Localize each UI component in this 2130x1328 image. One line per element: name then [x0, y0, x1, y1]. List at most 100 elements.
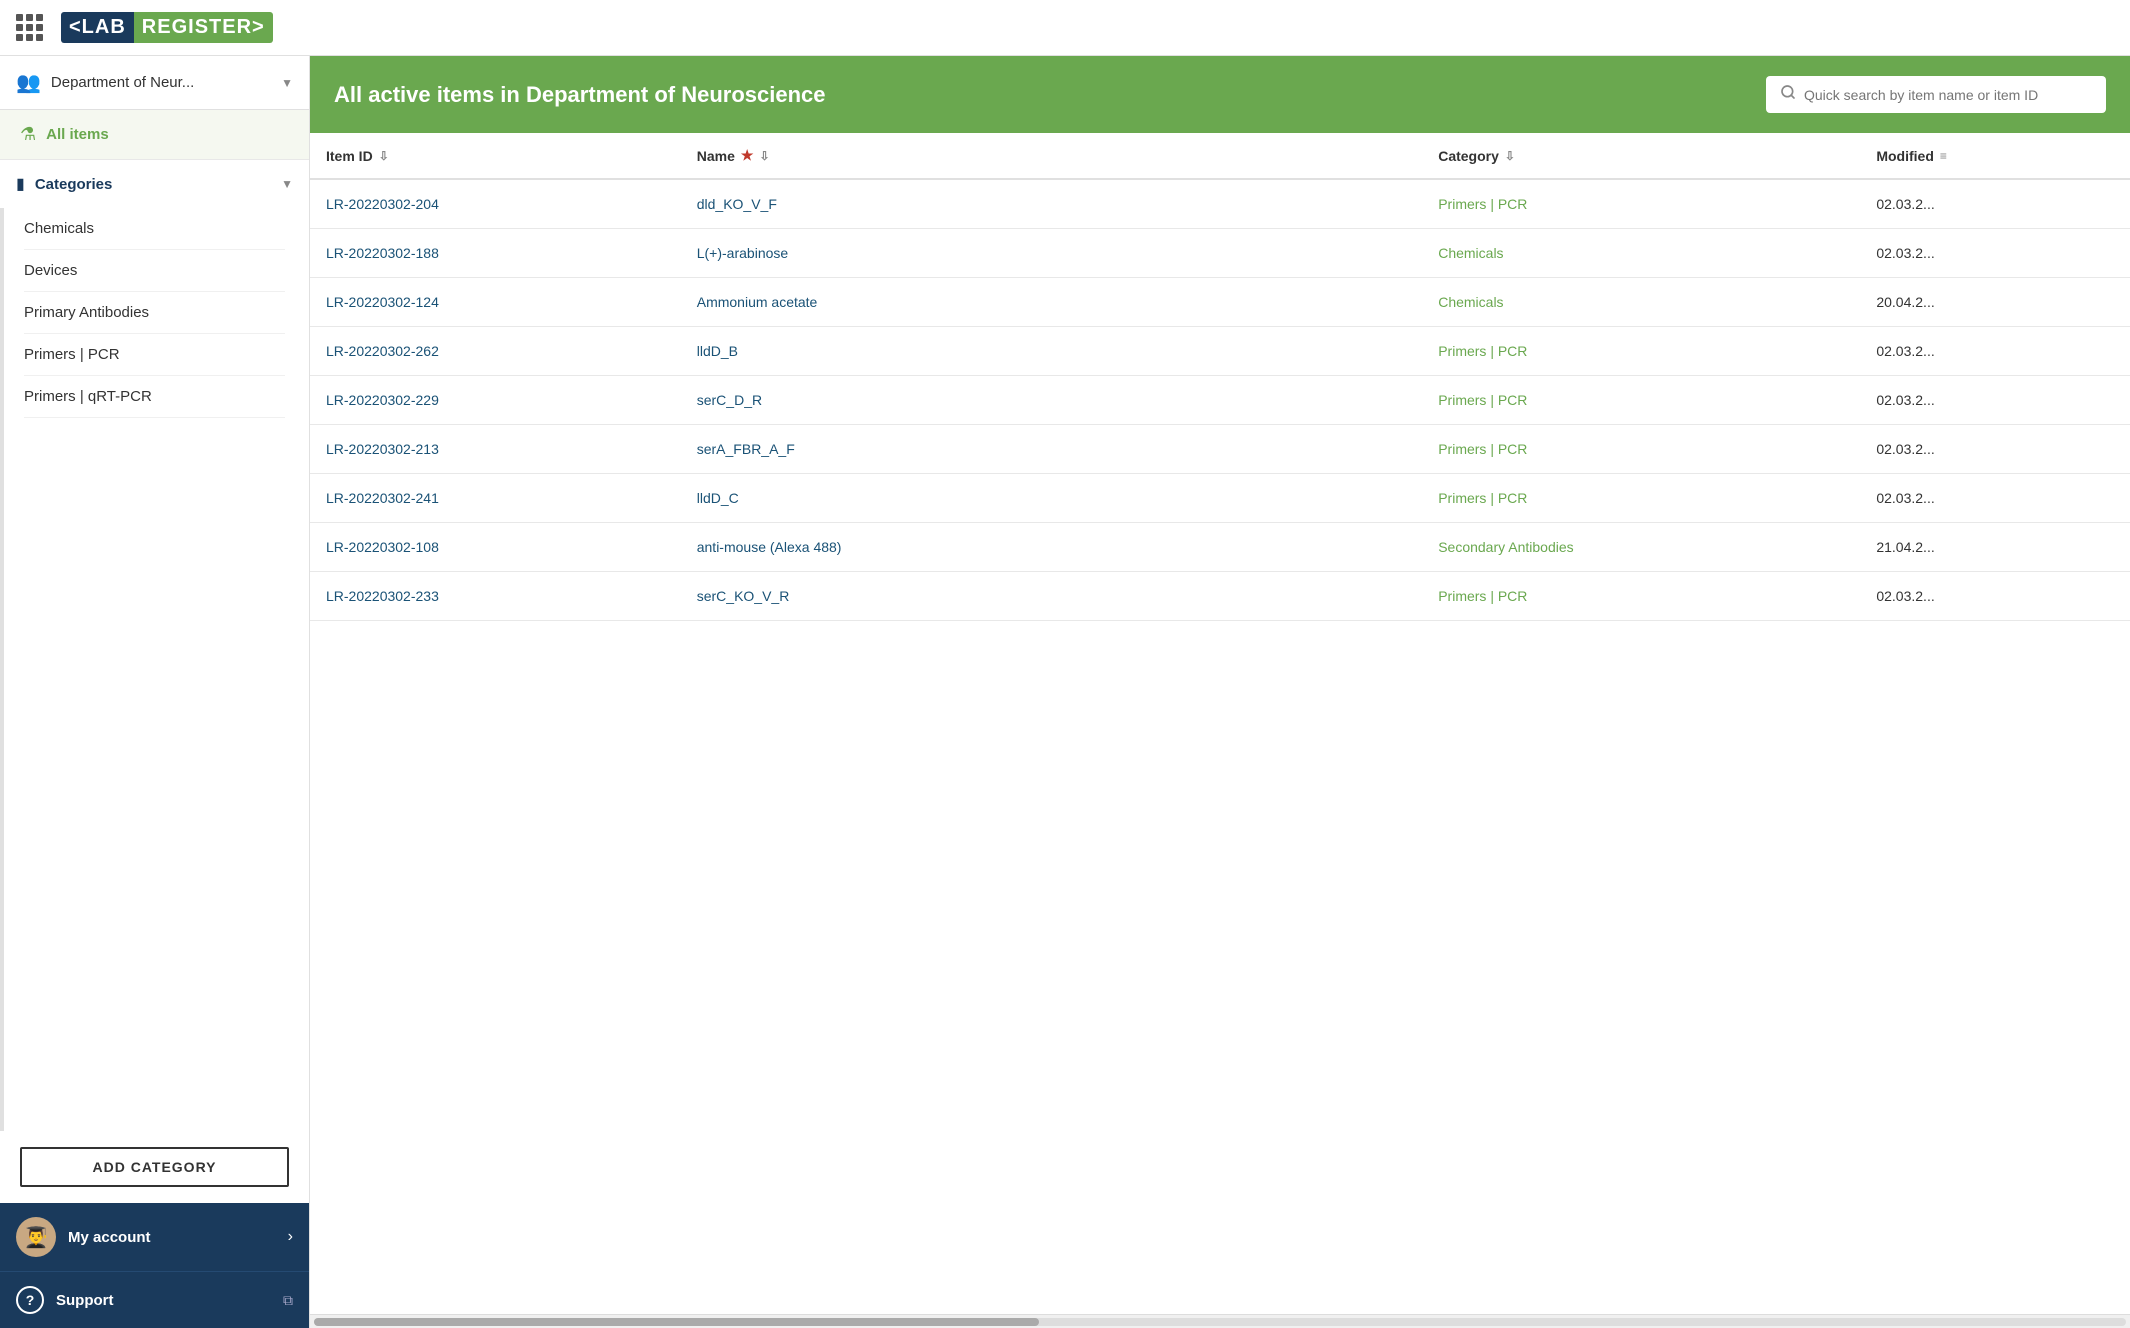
cell-category: Primers | PCR	[1422, 327, 1860, 376]
cell-name: anti-mouse (Alexa 488)	[681, 523, 1422, 572]
item-id-link[interactable]: LR-20220302-233	[326, 588, 439, 604]
items-table: Item ID ⇩ Name ★ ⇩	[310, 133, 2130, 621]
my-account-label: My account	[68, 1229, 288, 1246]
item-id-link[interactable]: LR-20220302-204	[326, 196, 439, 212]
category-link[interactable]: Primers | PCR	[1438, 588, 1527, 604]
table-row: LR-20220302-108 anti-mouse (Alexa 488) S…	[310, 523, 2130, 572]
add-category-button[interactable]: ADD CATEGORY	[20, 1147, 289, 1187]
col-header-modified[interactable]: Modified ≡	[1860, 133, 2130, 179]
cell-name: lldD_B	[681, 327, 1422, 376]
cell-category: Chemicals	[1422, 229, 1860, 278]
item-name-link[interactable]: dld_KO_V_F	[697, 196, 777, 212]
item-id-link[interactable]: LR-20220302-188	[326, 245, 439, 261]
sidebar-item-all-items[interactable]: ⚗ All items	[0, 110, 309, 160]
items-table-container: Item ID ⇩ Name ★ ⇩	[310, 133, 2130, 1314]
sidebar-category-item[interactable]: Devices	[24, 250, 285, 292]
item-name-link[interactable]: serC_KO_V_R	[697, 588, 790, 604]
scrollbar-track[interactable]	[314, 1318, 2126, 1326]
item-id-link[interactable]: LR-20220302-108	[326, 539, 439, 555]
category-link[interactable]: Primers | PCR	[1438, 392, 1527, 408]
sort-icon-id: ⇩	[379, 149, 389, 163]
sidebar-category-item[interactable]: Primers | PCR	[24, 334, 285, 376]
cell-modified: 21.04.2...	[1860, 523, 2130, 572]
item-name-link[interactable]: anti-mouse (Alexa 488)	[697, 539, 842, 555]
cell-category: Primers | PCR	[1422, 474, 1860, 523]
sidebar-category-item[interactable]: Chemicals	[24, 208, 285, 250]
cell-name: serC_KO_V_R	[681, 572, 1422, 621]
sidebar-category-item[interactable]: Primers | qRT-PCR	[24, 376, 285, 418]
category-link[interactable]: Primers | PCR	[1438, 343, 1527, 359]
cell-item-id: LR-20220302-124	[310, 278, 681, 327]
category-link[interactable]: Secondary Antibodies	[1438, 539, 1573, 555]
scrollbar-thumb[interactable]	[314, 1318, 1039, 1326]
item-id-link[interactable]: LR-20220302-241	[326, 490, 439, 506]
item-name-link[interactable]: Ammonium acetate	[697, 294, 818, 310]
col-header-item-id[interactable]: Item ID ⇩	[310, 133, 681, 179]
col-header-modified-options-icon: ≡	[1940, 149, 1947, 163]
my-account-row[interactable]: 👨‍🎓 My account ›	[0, 1203, 309, 1272]
categories-header[interactable]: ▮ Categories ▼	[0, 160, 309, 208]
department-label: Department of Neur...	[51, 74, 281, 91]
external-link-icon: ⧉	[283, 1292, 293, 1309]
sidebar: 👥 Department of Neur... ▼ ⚗ All items ▮ …	[0, 56, 310, 1328]
table-row: LR-20220302-241 lldD_C Primers | PCR 02.…	[310, 474, 2130, 523]
category-link[interactable]: Primers | PCR	[1438, 441, 1527, 457]
cell-name: lldD_C	[681, 474, 1422, 523]
search-input[interactable]	[1804, 87, 2092, 103]
logo-lab: <LAB	[61, 12, 134, 43]
content-header: All active items in Department of Neuros…	[310, 56, 2130, 133]
cell-category: Primers | PCR	[1422, 572, 1860, 621]
table-row: LR-20220302-262 lldD_B Primers | PCR 02.…	[310, 327, 2130, 376]
item-id-link[interactable]: LR-20220302-229	[326, 392, 439, 408]
cell-category: Primers | PCR	[1422, 376, 1860, 425]
item-id-link[interactable]: LR-20220302-262	[326, 343, 439, 359]
top-nav: <LABREGISTER>	[0, 0, 2130, 56]
item-name-link[interactable]: lldD_B	[697, 343, 738, 359]
cell-modified: 02.03.2...	[1860, 425, 2130, 474]
cell-category: Primers | PCR	[1422, 425, 1860, 474]
col-header-name[interactable]: Name ★ ⇩	[681, 133, 1422, 179]
item-name-link[interactable]: serA_FBR_A_F	[697, 441, 795, 457]
department-selector[interactable]: 👥 Department of Neur... ▼	[0, 56, 309, 110]
table-row: LR-20220302-233 serC_KO_V_R Primers | PC…	[310, 572, 2130, 621]
item-id-link[interactable]: LR-20220302-213	[326, 441, 439, 457]
grid-menu-icon[interactable]	[16, 14, 43, 41]
support-row[interactable]: ? Support ⧉	[0, 1272, 309, 1328]
cell-name: serA_FBR_A_F	[681, 425, 1422, 474]
cell-modified: 02.03.2...	[1860, 376, 2130, 425]
item-name-link[interactable]: serC_D_R	[697, 392, 762, 408]
cell-item-id: LR-20220302-188	[310, 229, 681, 278]
all-items-label: All items	[46, 126, 109, 143]
my-account-chevron-icon: ›	[288, 1228, 293, 1246]
cell-item-id: LR-20220302-241	[310, 474, 681, 523]
page-title: All active items in Department of Neuros…	[334, 82, 1750, 108]
category-link[interactable]: Chemicals	[1438, 294, 1503, 310]
table-row: LR-20220302-213 serA_FBR_A_F Primers | P…	[310, 425, 2130, 474]
required-star: ★	[741, 147, 754, 164]
cell-name: L(+)-arabinose	[681, 229, 1422, 278]
avatar: 👨‍🎓	[16, 1217, 56, 1257]
cell-name: Ammonium acetate	[681, 278, 1422, 327]
cell-modified: 02.03.2...	[1860, 327, 2130, 376]
bottom-scrollbar[interactable]	[310, 1314, 2130, 1328]
table-body: LR-20220302-204 dld_KO_V_F Primers | PCR…	[310, 179, 2130, 621]
category-link[interactable]: Chemicals	[1438, 245, 1503, 261]
cell-category: Chemicals	[1422, 278, 1860, 327]
logo[interactable]: <LABREGISTER>	[61, 12, 273, 43]
support-label: Support	[56, 1292, 283, 1309]
table-row: LR-20220302-204 dld_KO_V_F Primers | PCR…	[310, 179, 2130, 229]
search-box[interactable]	[1766, 76, 2106, 113]
item-name-link[interactable]: L(+)-arabinose	[697, 245, 788, 261]
category-link[interactable]: Primers | PCR	[1438, 196, 1527, 212]
bookmark-icon: ▮	[16, 174, 25, 194]
sidebar-footer: 👨‍🎓 My account › ? Support ⧉	[0, 1203, 309, 1328]
category-link[interactable]: Primers | PCR	[1438, 490, 1527, 506]
cell-name: serC_D_R	[681, 376, 1422, 425]
cat-dropdown-icon: ▼	[281, 177, 293, 191]
cell-modified: 02.03.2...	[1860, 229, 2130, 278]
sidebar-category-item[interactable]: Primary Antibodies	[24, 292, 285, 334]
cell-modified: 20.04.2...	[1860, 278, 2130, 327]
item-id-link[interactable]: LR-20220302-124	[326, 294, 439, 310]
col-header-category[interactable]: Category ⇩	[1422, 133, 1860, 179]
item-name-link[interactable]: lldD_C	[697, 490, 739, 506]
